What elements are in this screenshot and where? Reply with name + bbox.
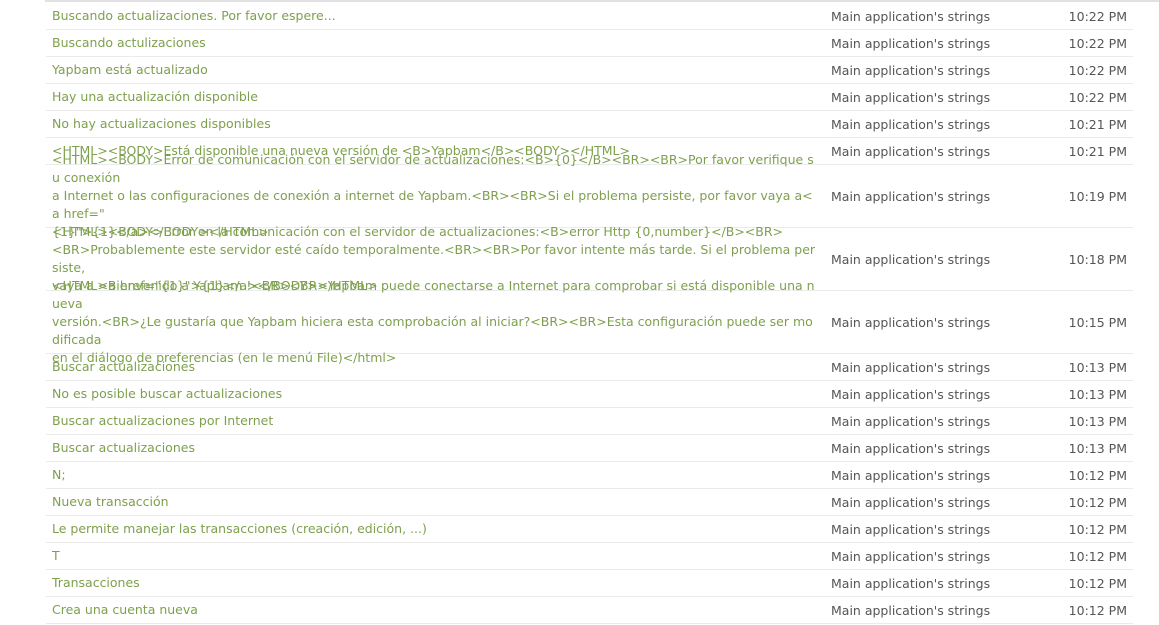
translation-row[interactable]: T Main application's strings 10:12 PM	[46, 543, 1133, 570]
top-divider	[45, 0, 1159, 2]
source-string: Yapbam está actualizado	[52, 62, 208, 77]
timestamp: 10:12 PM	[1068, 548, 1127, 564]
timestamp: 10:21 PM	[1068, 116, 1127, 132]
translation-row[interactable]: Le permite manejar las transacciones (cr…	[46, 516, 1133, 543]
source-string: N;	[52, 467, 66, 482]
timestamp: 10:22 PM	[1068, 8, 1127, 24]
string-context: Main application's strings	[831, 548, 991, 564]
timestamp: 10:22 PM	[1068, 62, 1127, 78]
timestamp: 10:13 PM	[1068, 413, 1127, 429]
string-context: Main application's strings	[831, 314, 991, 330]
timestamp: 10:19 PM	[1068, 188, 1127, 204]
translation-row[interactable]: N; Main application's strings 10:12 PM	[46, 462, 1133, 489]
source-string: Le permite manejar las transacciones (cr…	[52, 521, 427, 536]
timestamp: 10:18 PM	[1068, 251, 1127, 267]
source-string: Crea una cuenta nueva	[52, 602, 198, 617]
string-context: Main application's strings	[831, 35, 991, 51]
translation-row[interactable]: <HTML>Bienvenido a Yapbam !<BR><BR>Yapba…	[46, 278, 1133, 365]
string-context: Main application's strings	[831, 359, 991, 375]
string-context: Main application's strings	[831, 188, 991, 204]
source-string: <HTML>Bienvenido a Yapbam !<BR><BR>Yapba…	[52, 278, 815, 365]
translation-row[interactable]: No es posible buscar actualizaciones Mai…	[46, 381, 1133, 408]
timestamp: 10:13 PM	[1068, 440, 1127, 456]
string-context: Main application's strings	[831, 575, 991, 591]
source-string: Buscando actulizaciones	[52, 35, 206, 50]
source-string: Nueva transacción	[52, 494, 169, 509]
timestamp: 10:12 PM	[1068, 602, 1127, 618]
string-context: Main application's strings	[831, 116, 991, 132]
source-string: Hay una actualización disponible	[52, 89, 258, 104]
string-context: Main application's strings	[831, 386, 991, 402]
source-string: Buscar actualizaciones por Internet	[52, 413, 274, 428]
translation-row[interactable]: Buscar actualizaciones Main application'…	[46, 354, 1133, 381]
source-string: T	[52, 548, 60, 563]
translation-row[interactable]: Buscar actualizaciones Main application'…	[46, 435, 1133, 462]
string-context: Main application's strings	[831, 467, 991, 483]
translation-row[interactable]: Yapbam está actualizado Main application…	[46, 57, 1133, 84]
source-string: Buscando actualizaciones. Por favor espe…	[52, 8, 336, 23]
timestamp: 10:13 PM	[1068, 386, 1127, 402]
translation-row[interactable]: Crea una cuenta nueva Main application's…	[46, 597, 1133, 624]
timestamp: 10:12 PM	[1068, 467, 1127, 483]
translation-row[interactable]: Buscar actualizaciones por Internet Main…	[46, 408, 1133, 435]
translation-row[interactable]: Buscando actualizaciones. Por favor espe…	[46, 3, 1133, 30]
timestamp: 10:15 PM	[1068, 314, 1127, 330]
string-context: Main application's strings	[831, 521, 991, 537]
translation-row[interactable]: <HTML><BODY>Error de comunicación con el…	[46, 152, 1133, 239]
timestamp: 10:12 PM	[1068, 575, 1127, 591]
translation-list: Buscando actualizaciones. Por favor espe…	[46, 3, 1133, 624]
timestamp: 10:12 PM	[1068, 494, 1127, 510]
translation-row[interactable]: No hay actualizaciones disponibles Main …	[46, 111, 1133, 138]
source-string: Buscar actualizaciones	[52, 440, 195, 455]
string-context: Main application's strings	[831, 62, 991, 78]
string-context: Main application's strings	[831, 413, 991, 429]
string-context: Main application's strings	[831, 494, 991, 510]
string-context: Main application's strings	[831, 8, 991, 24]
translation-row[interactable]: Nueva transacción Main application's str…	[46, 489, 1133, 516]
translation-row[interactable]: Hay una actualización disponible Main ap…	[46, 84, 1133, 111]
timestamp: 10:22 PM	[1068, 35, 1127, 51]
timestamp: 10:22 PM	[1068, 89, 1127, 105]
string-context: Main application's strings	[831, 89, 991, 105]
string-context: Main application's strings	[831, 143, 991, 159]
source-string: Transacciones	[52, 575, 140, 590]
timestamp: 10:21 PM	[1068, 143, 1127, 159]
string-context: Main application's strings	[831, 251, 991, 267]
source-string: No hay actualizaciones disponibles	[52, 116, 271, 131]
string-context: Main application's strings	[831, 440, 991, 456]
translation-row[interactable]: Buscando actulizaciones Main application…	[46, 30, 1133, 57]
translation-row[interactable]: Transacciones Main application's strings…	[46, 570, 1133, 597]
source-string: Buscar actualizaciones	[52, 359, 195, 374]
source-string: No es posible buscar actualizaciones	[52, 386, 283, 401]
string-context: Main application's strings	[831, 602, 991, 618]
timestamp: 10:13 PM	[1068, 359, 1127, 375]
timestamp: 10:12 PM	[1068, 521, 1127, 537]
